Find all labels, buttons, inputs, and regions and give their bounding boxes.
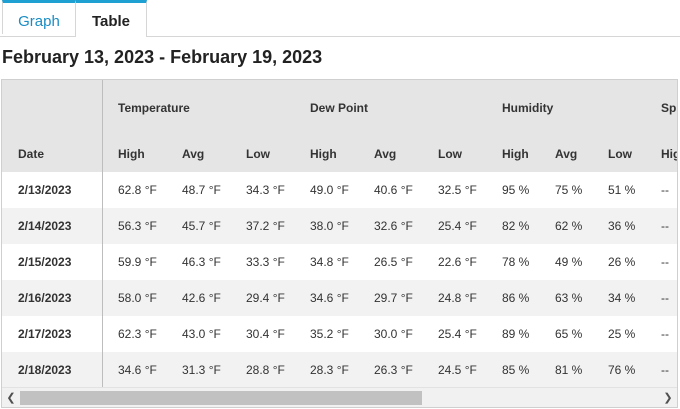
table-cell: 65 % <box>555 327 583 341</box>
column-header: Low <box>608 147 632 161</box>
horizontal-scrollbar[interactable]: ❮ ❯ <box>2 387 677 407</box>
table-cell: 29.4 °F <box>246 291 285 305</box>
table-cell: 48.7 °F <box>182 183 221 197</box>
table-cell: 86 % <box>502 291 530 305</box>
table-cell: -- <box>661 183 669 197</box>
column-header: Low <box>438 147 462 161</box>
column-header: High <box>502 147 529 161</box>
table-row: 2/16/2023 58.0 °F 42.6 °F 29.4 °F 34.6 °… <box>2 280 677 316</box>
row-date: 2/15/2023 <box>18 255 72 269</box>
table-cell: 26.5 °F <box>374 255 413 269</box>
page-title: February 13, 2023 - February 19, 2023 <box>2 47 323 67</box>
table-cell: 49 % <box>555 255 583 269</box>
table-cell: 43.0 °F <box>182 327 221 341</box>
arrow-left-icon[interactable]: ❮ <box>2 388 20 407</box>
table-cell: 78 % <box>502 255 530 269</box>
table-column-header: Date High Avg Low High Avg Low High Avg … <box>2 134 677 172</box>
table-cell: 25.4 °F <box>438 327 477 341</box>
table-cell: 62.8 °F <box>118 183 157 197</box>
row-date: 2/16/2023 <box>18 291 72 305</box>
table-cell: 75 % <box>555 183 583 197</box>
table-cell: -- <box>661 255 669 269</box>
table-cell: 26 % <box>608 255 636 269</box>
table-cell: 25 % <box>608 327 636 341</box>
table-cell: 28.3 °F <box>310 363 349 377</box>
table-row: 2/13/2023 62.8 °F 48.7 °F 34.3 °F 49.0 °… <box>2 172 677 208</box>
row-date: 2/18/2023 <box>18 363 72 377</box>
table-cell: -- <box>661 219 669 233</box>
column-header: Avg <box>182 147 205 161</box>
table-cell: -- <box>661 363 669 377</box>
table-cell: 31.3 °F <box>182 363 221 377</box>
table-cell: 59.9 °F <box>118 255 157 269</box>
table-cell: 40.6 °F <box>374 183 413 197</box>
table-cell: 56.3 °F <box>118 219 157 233</box>
column-header: High <box>310 147 337 161</box>
column-header: Hig <box>661 147 677 161</box>
table-cell: 34.3 °F <box>246 183 285 197</box>
table-cell: 85 % <box>502 363 530 377</box>
table-cell: 33.3 °F <box>246 255 285 269</box>
row-date: 2/13/2023 <box>18 183 72 197</box>
table-row: 2/14/2023 56.3 °F 45.7 °F 37.2 °F 38.0 °… <box>2 208 677 244</box>
date-column-divider <box>102 80 103 387</box>
tab-bar: Graph Table <box>0 0 680 37</box>
table-cell: 32.5 °F <box>438 183 477 197</box>
table-cell: -- <box>661 291 669 305</box>
table-cell: 22.6 °F <box>438 255 477 269</box>
table-cell: 36 % <box>608 219 636 233</box>
table-cell: 28.8 °F <box>246 363 285 377</box>
tab-table[interactable]: Table <box>75 0 147 37</box>
tab-graph[interactable]: Graph <box>2 0 76 34</box>
table-cell: 32.6 °F <box>374 219 413 233</box>
table-cell: 45.7 °F <box>182 219 221 233</box>
table-cell: 34.6 °F <box>118 363 157 377</box>
history-table: Temperature Dew Point Humidity Sp Date H… <box>1 79 678 408</box>
group-header-temperature: Temperature <box>118 101 190 115</box>
group-header-speed: Sp <box>661 101 677 115</box>
group-header-dew-point: Dew Point <box>310 101 369 115</box>
table-cell: 42.6 °F <box>182 291 221 305</box>
table-cell: 26.3 °F <box>374 363 413 377</box>
table-cell: 46.3 °F <box>182 255 221 269</box>
table-cell: 38.0 °F <box>310 219 349 233</box>
arrow-right-icon[interactable]: ❯ <box>659 388 677 407</box>
table-cell: 82 % <box>502 219 530 233</box>
table-cell: 34 % <box>608 291 636 305</box>
table-cell: 58.0 °F <box>118 291 157 305</box>
table-row: 2/17/2023 62.3 °F 43.0 °F 30.4 °F 35.2 °… <box>2 316 677 352</box>
table-cell: 35.2 °F <box>310 327 349 341</box>
table-cell: 49.0 °F <box>310 183 349 197</box>
table-cell: 29.7 °F <box>374 291 413 305</box>
table-cell: 37.2 °F <box>246 219 285 233</box>
table-group-header: Temperature Dew Point Humidity Sp <box>2 80 677 134</box>
column-header: High <box>118 147 145 161</box>
table-cell: 95 % <box>502 183 530 197</box>
column-header-date: Date <box>18 147 45 161</box>
table-cell: 51 % <box>608 183 636 197</box>
table-cell: 81 % <box>555 363 583 377</box>
table-cell: 62.3 °F <box>118 327 157 341</box>
table-row: 2/15/2023 59.9 °F 46.3 °F 33.3 °F 34.8 °… <box>2 244 677 280</box>
group-header-humidity: Humidity <box>502 101 554 115</box>
table-cell: 62 % <box>555 219 583 233</box>
table-cell: 34.8 °F <box>310 255 349 269</box>
table-cell: 24.8 °F <box>438 291 477 305</box>
table-cell: 30.0 °F <box>374 327 413 341</box>
column-header: Low <box>246 147 270 161</box>
table-cell: 89 % <box>502 327 530 341</box>
table-cell: 24.5 °F <box>438 363 477 377</box>
table-cell: 76 % <box>608 363 636 377</box>
column-header: Avg <box>555 147 578 161</box>
row-date: 2/17/2023 <box>18 327 72 341</box>
row-date: 2/14/2023 <box>18 219 72 233</box>
table-cell: 25.4 °F <box>438 219 477 233</box>
table-row: 2/18/2023 34.6 °F 31.3 °F 28.8 °F 28.3 °… <box>2 352 677 388</box>
table-cell: 63 % <box>555 291 583 305</box>
scrollbar-thumb[interactable] <box>20 391 422 405</box>
table-cell: 34.6 °F <box>310 291 349 305</box>
table-cell: 30.4 °F <box>246 327 285 341</box>
table-cell: -- <box>661 327 669 341</box>
column-header: Avg <box>374 147 397 161</box>
